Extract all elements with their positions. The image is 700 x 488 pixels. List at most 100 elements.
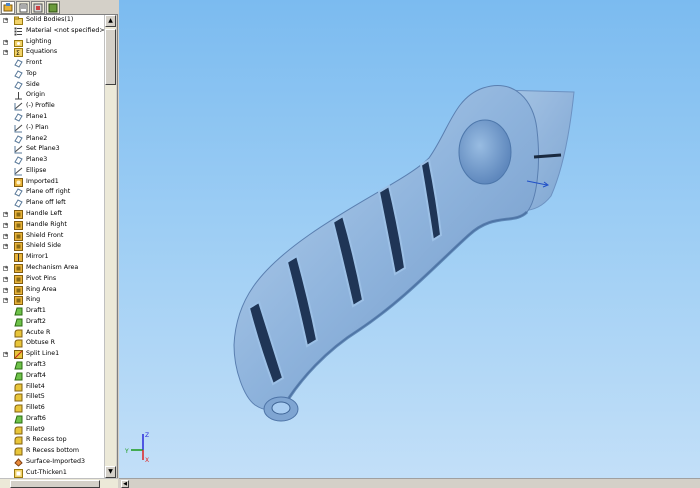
feature-tree-item[interactable]: + Shield Side — [0, 241, 104, 252]
feature-tree-item-label: Ring Area — [26, 285, 57, 293]
property-manager-tab[interactable] — [16, 1, 30, 14]
feature-tree-item[interactable]: Fillet9 — [0, 425, 104, 436]
feature-tree-item-label: Plane1 — [26, 113, 48, 121]
expand-toggle-icon[interactable]: + — [3, 212, 8, 218]
feature-icon — [14, 274, 23, 284]
dimxpert-tab[interactable] — [46, 1, 60, 14]
feature-tree-item[interactable]: (-) Profile — [0, 101, 104, 112]
feature-tree-item[interactable]: Imported1 — [0, 177, 104, 188]
sketch-icon — [14, 145, 23, 154]
feature-tree-item[interactable]: Draft4 — [0, 371, 104, 382]
plane-icon — [14, 70, 23, 79]
feature-tree-item[interactable]: Cut-Thicken1 — [0, 468, 104, 478]
feature-tree-item-label: Plane off right — [26, 188, 71, 196]
expand-toggle-icon[interactable]: + — [3, 222, 8, 228]
draft-icon — [14, 415, 23, 424]
feature-tree-item[interactable]: Surface-Imported3 — [0, 457, 104, 468]
feature-tree-item[interactable]: Plane3 — [0, 155, 104, 166]
feature-icon — [14, 231, 23, 241]
feature-tree-vertical-scrollbar[interactable]: ▲ ▼ — [104, 15, 116, 478]
feature-tree-item[interactable]: Fillet5 — [0, 392, 104, 403]
feature-tree-item[interactable]: Side — [0, 80, 104, 91]
plane-icon — [14, 134, 23, 144]
expand-toggle-icon[interactable]: + — [3, 287, 8, 293]
expand-toggle-icon[interactable]: + — [3, 39, 8, 45]
feature-tree-item[interactable]: Obtuse R — [0, 338, 104, 349]
feature-tree-item[interactable]: + Mechanism Area — [0, 263, 104, 274]
feature-tree-item[interactable]: (-) Plan — [0, 123, 104, 134]
feature-tree-item[interactable]: Fillet6 — [0, 403, 104, 414]
plane-icon — [14, 156, 23, 165]
feature-tree-horizontal-scrollbar[interactable] — [0, 478, 118, 488]
feature-tree-item[interactable]: Acute R — [0, 328, 104, 339]
feature-manager-panel: + Solid Bodies(1) Material <not specified>… — [0, 0, 118, 488]
feature-tree-item-label: Split Line1 — [26, 350, 60, 358]
expand-toggle-icon[interactable]: + — [3, 265, 8, 271]
feature-tree-item[interactable]: Draft2 — [0, 317, 104, 328]
feature-tree-item[interactable]: + Shield Front — [0, 231, 104, 242]
scroll-down-button[interactable]: ▼ — [105, 466, 116, 478]
feature-tree-item-label: Top — [26, 69, 37, 77]
feature-tree-item[interactable]: Draft3 — [0, 360, 104, 371]
feature-manager-tab[interactable] — [1, 1, 15, 14]
scroll-thumb[interactable] — [105, 29, 116, 85]
expand-toggle-icon[interactable]: + — [3, 244, 8, 250]
expand-toggle-icon[interactable]: + — [3, 352, 8, 358]
feature-tree-item-label: Shield Front — [26, 231, 64, 239]
feature-tree-item[interactable]: Plane off right — [0, 187, 104, 198]
feature-tree-item[interactable]: Top — [0, 69, 104, 80]
expand-toggle-icon[interactable]: + — [3, 276, 8, 282]
feature-tree-item[interactable]: + Handle Left — [0, 209, 104, 220]
feature-tree-item[interactable]: + Σ Equations — [0, 47, 104, 58]
feature-tree-item[interactable]: Material <not specified> — [0, 26, 104, 37]
configuration-manager-tab[interactable] — [31, 1, 45, 14]
feature-tree-item[interactable]: + Ring — [0, 295, 104, 306]
part-model[interactable] — [119, 0, 700, 478]
feature-tree-item-label: Fillet4 — [26, 382, 45, 390]
lanyard-ring — [263, 396, 299, 422]
expand-toggle-icon[interactable]: + — [3, 18, 8, 23]
feature-tree-item[interactable]: Mirror1 — [0, 252, 104, 263]
feature-tree-item[interactable]: Plane1 — [0, 112, 104, 123]
feature-tree-item[interactable]: Fillet4 — [0, 382, 104, 393]
feature-tree-item[interactable]: Set Plane3 — [0, 144, 104, 155]
expand-toggle-icon[interactable]: + — [3, 233, 8, 239]
feature-tree-item-label: Draft3 — [26, 360, 46, 368]
feature-tree-item[interactable]: + Lighting — [0, 37, 104, 48]
feature-tree-item-label: Front — [26, 59, 42, 67]
feature-tree-item[interactable]: R Recess bottom — [0, 446, 104, 457]
surface-icon — [14, 458, 23, 467]
feature-tree-item-label: Solid Bodies(1) — [26, 16, 74, 23]
horizontal-scroll-thumb[interactable] — [10, 480, 100, 488]
plane-icon — [14, 199, 23, 208]
feature-tree-item[interactable]: Ellipse — [0, 166, 104, 177]
feature-tree-item[interactable]: Front — [0, 58, 104, 69]
fillet-icon — [14, 436, 23, 445]
feature-tree-item-label: Origin — [26, 91, 46, 99]
feature-tree-item[interactable]: Origin — [0, 90, 104, 101]
feature-tree-item[interactable]: + Pivot Pins — [0, 274, 104, 285]
feature-tree-item[interactable]: Plane off left — [0, 198, 104, 209]
feature-tree-item-label: Draft6 — [26, 414, 46, 422]
feature-tree-item[interactable]: + Handle Right — [0, 220, 104, 231]
feature-tree-item[interactable]: + Split Line1 — [0, 349, 104, 360]
graphics-area[interactable]: Z Y X — [119, 0, 700, 488]
expand-toggle-icon[interactable]: + — [3, 50, 8, 56]
feature-tree-item[interactable]: + Ring Area — [0, 285, 104, 296]
feature-icon — [14, 242, 23, 252]
feature-tree-item[interactable]: Plane2 — [0, 134, 104, 145]
feature-tree-item[interactable]: Draft1 — [0, 306, 104, 317]
feature-tree-item-label: Plane2 — [26, 134, 48, 142]
z-axis-label: Z — [145, 432, 149, 439]
feature-tree-item[interactable]: + Solid Bodies(1) — [0, 15, 104, 26]
property-manager-tab-icon — [19, 3, 28, 13]
feature-tree-item-label: Set Plane3 — [26, 145, 60, 153]
scroll-left-button[interactable]: ◀ — [121, 480, 129, 488]
draft-icon — [14, 307, 23, 316]
feature-tree-item[interactable]: Draft6 — [0, 414, 104, 425]
feature-tree-item-label: Material <not specified> — [26, 26, 104, 34]
expand-toggle-icon[interactable]: + — [3, 298, 8, 304]
feature-tree-item-label: Surface-Imported3 — [26, 457, 86, 465]
feature-tree-item[interactable]: R Recess top — [0, 435, 104, 446]
scroll-up-button[interactable]: ▲ — [105, 15, 116, 27]
